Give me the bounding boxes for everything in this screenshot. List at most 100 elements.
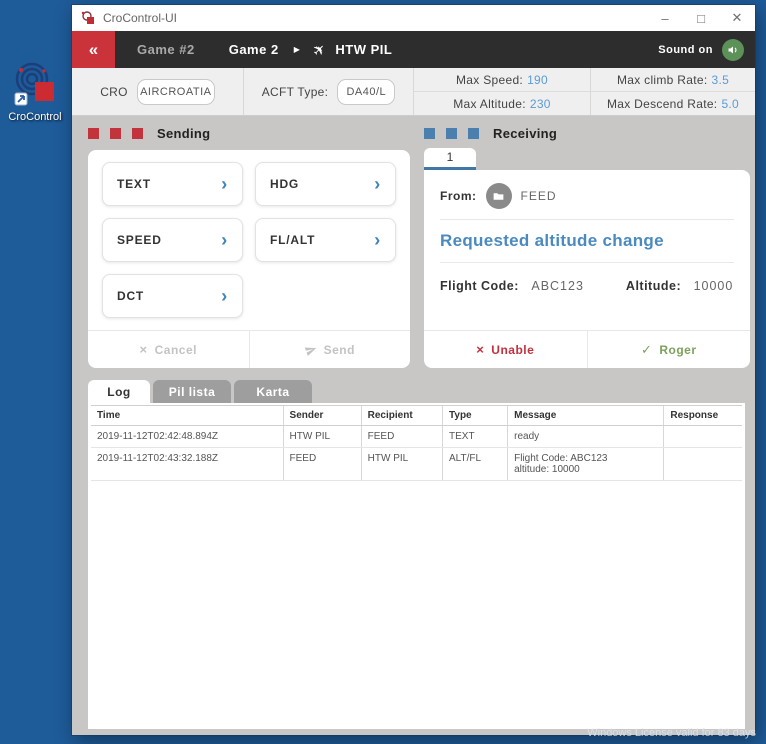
receiving-header: Receiving xyxy=(424,122,750,144)
send-button[interactable]: Send xyxy=(248,331,411,368)
cro-label: CRO xyxy=(100,84,128,99)
receiving-title: Receiving xyxy=(493,125,558,141)
speed-command-label: SPEED xyxy=(117,233,162,247)
check-icon: ✓ xyxy=(640,342,653,357)
acft-type-input[interactable] xyxy=(337,78,396,105)
table-row[interactable]: 2019-11-12T02:42:48.894Z HTW PIL FEED TE… xyxy=(91,425,742,448)
log-header-row: Time Sender Recipient Type Message Respo… xyxy=(91,405,742,426)
tab-karta[interactable]: Karta xyxy=(234,380,312,403)
crocontrol-logo-icon xyxy=(12,62,58,108)
log-section: Log Pil lista Karta Time Sender Recipien… xyxy=(72,376,755,735)
desktop-shortcut-crocontrol[interactable]: CroControl xyxy=(5,62,65,123)
max-climb-value: 3.5 xyxy=(711,72,730,87)
divider xyxy=(440,262,734,263)
roger-label: Roger xyxy=(659,342,697,357)
acft-type-cell: ACFT Type: xyxy=(244,68,414,115)
callsign-label: HTW PIL xyxy=(335,42,393,57)
from-label: From: xyxy=(440,189,477,203)
red-square-icon xyxy=(110,127,121,139)
window-title: CroControl-UI xyxy=(103,11,178,25)
chevron-right-icon: › xyxy=(221,174,228,194)
max-speed-row: Max Speed: 190 xyxy=(414,68,590,92)
sending-command-grid: TEXT › HDG › SPEED › FL/ALT › DCT › xyxy=(88,150,410,330)
max-descend-row: Max Descend Rate: 5.0 xyxy=(591,92,755,115)
tab-log[interactable]: Log xyxy=(88,380,150,403)
cro-cell: CRO xyxy=(72,68,244,115)
cell-sender: FEED xyxy=(282,447,362,481)
flight-code-value: ABC123 xyxy=(531,279,584,293)
sound-toggle-button[interactable] xyxy=(722,38,744,61)
dct-command-button[interactable]: DCT › xyxy=(102,274,243,318)
cell-response xyxy=(663,447,742,481)
altitude-pair: Altitude: 10000 xyxy=(626,277,733,295)
message-fields: Flight Code: ABC123 Altitude: 10000 xyxy=(440,277,734,295)
max-altitude-value: 230 xyxy=(529,96,551,111)
sending-actions: × Cancel Send xyxy=(88,330,410,368)
cell-response xyxy=(663,425,742,448)
receiving-tab-1[interactable]: 1 xyxy=(424,148,476,170)
receiving-message-body: From: FEED Requested altitude change Fli… xyxy=(424,170,750,330)
cell-message: Flight Code: ABC123 altitude: 10000 xyxy=(507,447,664,481)
flight-code-pair: Flight Code: ABC123 xyxy=(440,277,584,295)
chevron-right-icon: › xyxy=(221,286,228,306)
hdg-command-label: HDG xyxy=(270,177,300,191)
collapse-sidebar-button[interactable]: « xyxy=(72,31,115,68)
col-recipient: Recipient xyxy=(360,405,443,426)
altitude-value: 10000 xyxy=(693,279,734,293)
maximize-button[interactable]: □ xyxy=(683,5,719,31)
desktop-shortcut-label: CroControl xyxy=(8,111,62,123)
log-tabs: Log Pil lista Karta xyxy=(88,380,745,403)
cro-input[interactable] xyxy=(136,78,215,105)
table-row[interactable]: 2019-11-12T02:43:32.188Z FEED HTW PIL AL… xyxy=(91,447,742,481)
tab-pil-lista[interactable]: Pil lista xyxy=(153,380,231,403)
blue-square-icon xyxy=(424,127,435,139)
cell-message: ready xyxy=(507,425,664,448)
sending-title: Sending xyxy=(157,125,211,141)
blue-square-icon xyxy=(468,127,479,139)
cancel-label: Cancel xyxy=(154,342,197,357)
sending-card: TEXT › HDG › SPEED › FL/ALT › DCT › × Ca… xyxy=(88,150,410,368)
cell-type: TEXT xyxy=(442,425,508,448)
sending-panel: Sending TEXT › HDG › SPEED › FL/ALT › DC… xyxy=(88,122,410,376)
max-climb-label: Max climb Rate: xyxy=(616,72,708,87)
blue-square-icon xyxy=(446,127,457,139)
flalt-command-button[interactable]: FL/ALT › xyxy=(255,218,396,262)
cell-recipient: FEED xyxy=(360,425,443,448)
receiving-actions: × Unable ✓ Roger xyxy=(424,330,750,368)
unable-x-icon: × xyxy=(476,342,485,357)
col-response: Response xyxy=(663,405,742,426)
send-label: Send xyxy=(323,342,355,357)
flight-code-label: Flight Code: xyxy=(440,279,519,293)
cell-sender: HTW PIL xyxy=(282,425,362,448)
receiving-card: From: FEED Requested altitude change Fli… xyxy=(424,170,750,368)
cancel-button[interactable]: × Cancel xyxy=(88,331,249,368)
unable-button[interactable]: × Unable xyxy=(424,331,587,368)
breadcrumb-arrow-icon: ▶ xyxy=(293,45,300,54)
cell-type: ALT/FL xyxy=(442,447,508,481)
message-title: Requested altitude change xyxy=(440,231,664,250)
cell-time: 2019-11-12T02:42:48.894Z xyxy=(91,425,284,448)
max-descend-value: 5.0 xyxy=(721,96,740,111)
unable-label: Unable xyxy=(491,342,535,357)
max-speed-value: 190 xyxy=(527,72,548,87)
text-command-label: TEXT xyxy=(117,177,151,191)
col-sender: Sender xyxy=(282,405,362,426)
hdg-command-button[interactable]: HDG › xyxy=(255,162,396,206)
minimize-button[interactable]: – xyxy=(647,5,683,31)
climb-descend-cell: Max climb Rate: 3.5 Max Descend Rate: 5.… xyxy=(591,68,755,115)
titlebar: CroControl-UI – □ ✕ xyxy=(72,5,755,31)
game-name-label: Game 2 xyxy=(228,42,279,57)
game-number-label: Game #2 xyxy=(137,42,195,57)
roger-button[interactable]: ✓ Roger xyxy=(586,331,751,368)
close-button[interactable]: ✕ xyxy=(719,5,755,31)
paper-plane-icon xyxy=(304,346,316,356)
divider xyxy=(440,219,734,220)
aircraft-info-bar: CRO ACFT Type: Max Speed: 190 Max Altitu… xyxy=(72,68,755,116)
cell-recipient: HTW PIL xyxy=(360,447,443,481)
red-square-icon xyxy=(132,127,143,139)
max-altitude-label: Max Altitude: xyxy=(453,96,526,111)
text-command-button[interactable]: TEXT › xyxy=(102,162,243,206)
from-row: From: FEED xyxy=(440,180,734,212)
speed-command-button[interactable]: SPEED › xyxy=(102,218,243,262)
speaker-icon xyxy=(728,46,737,53)
